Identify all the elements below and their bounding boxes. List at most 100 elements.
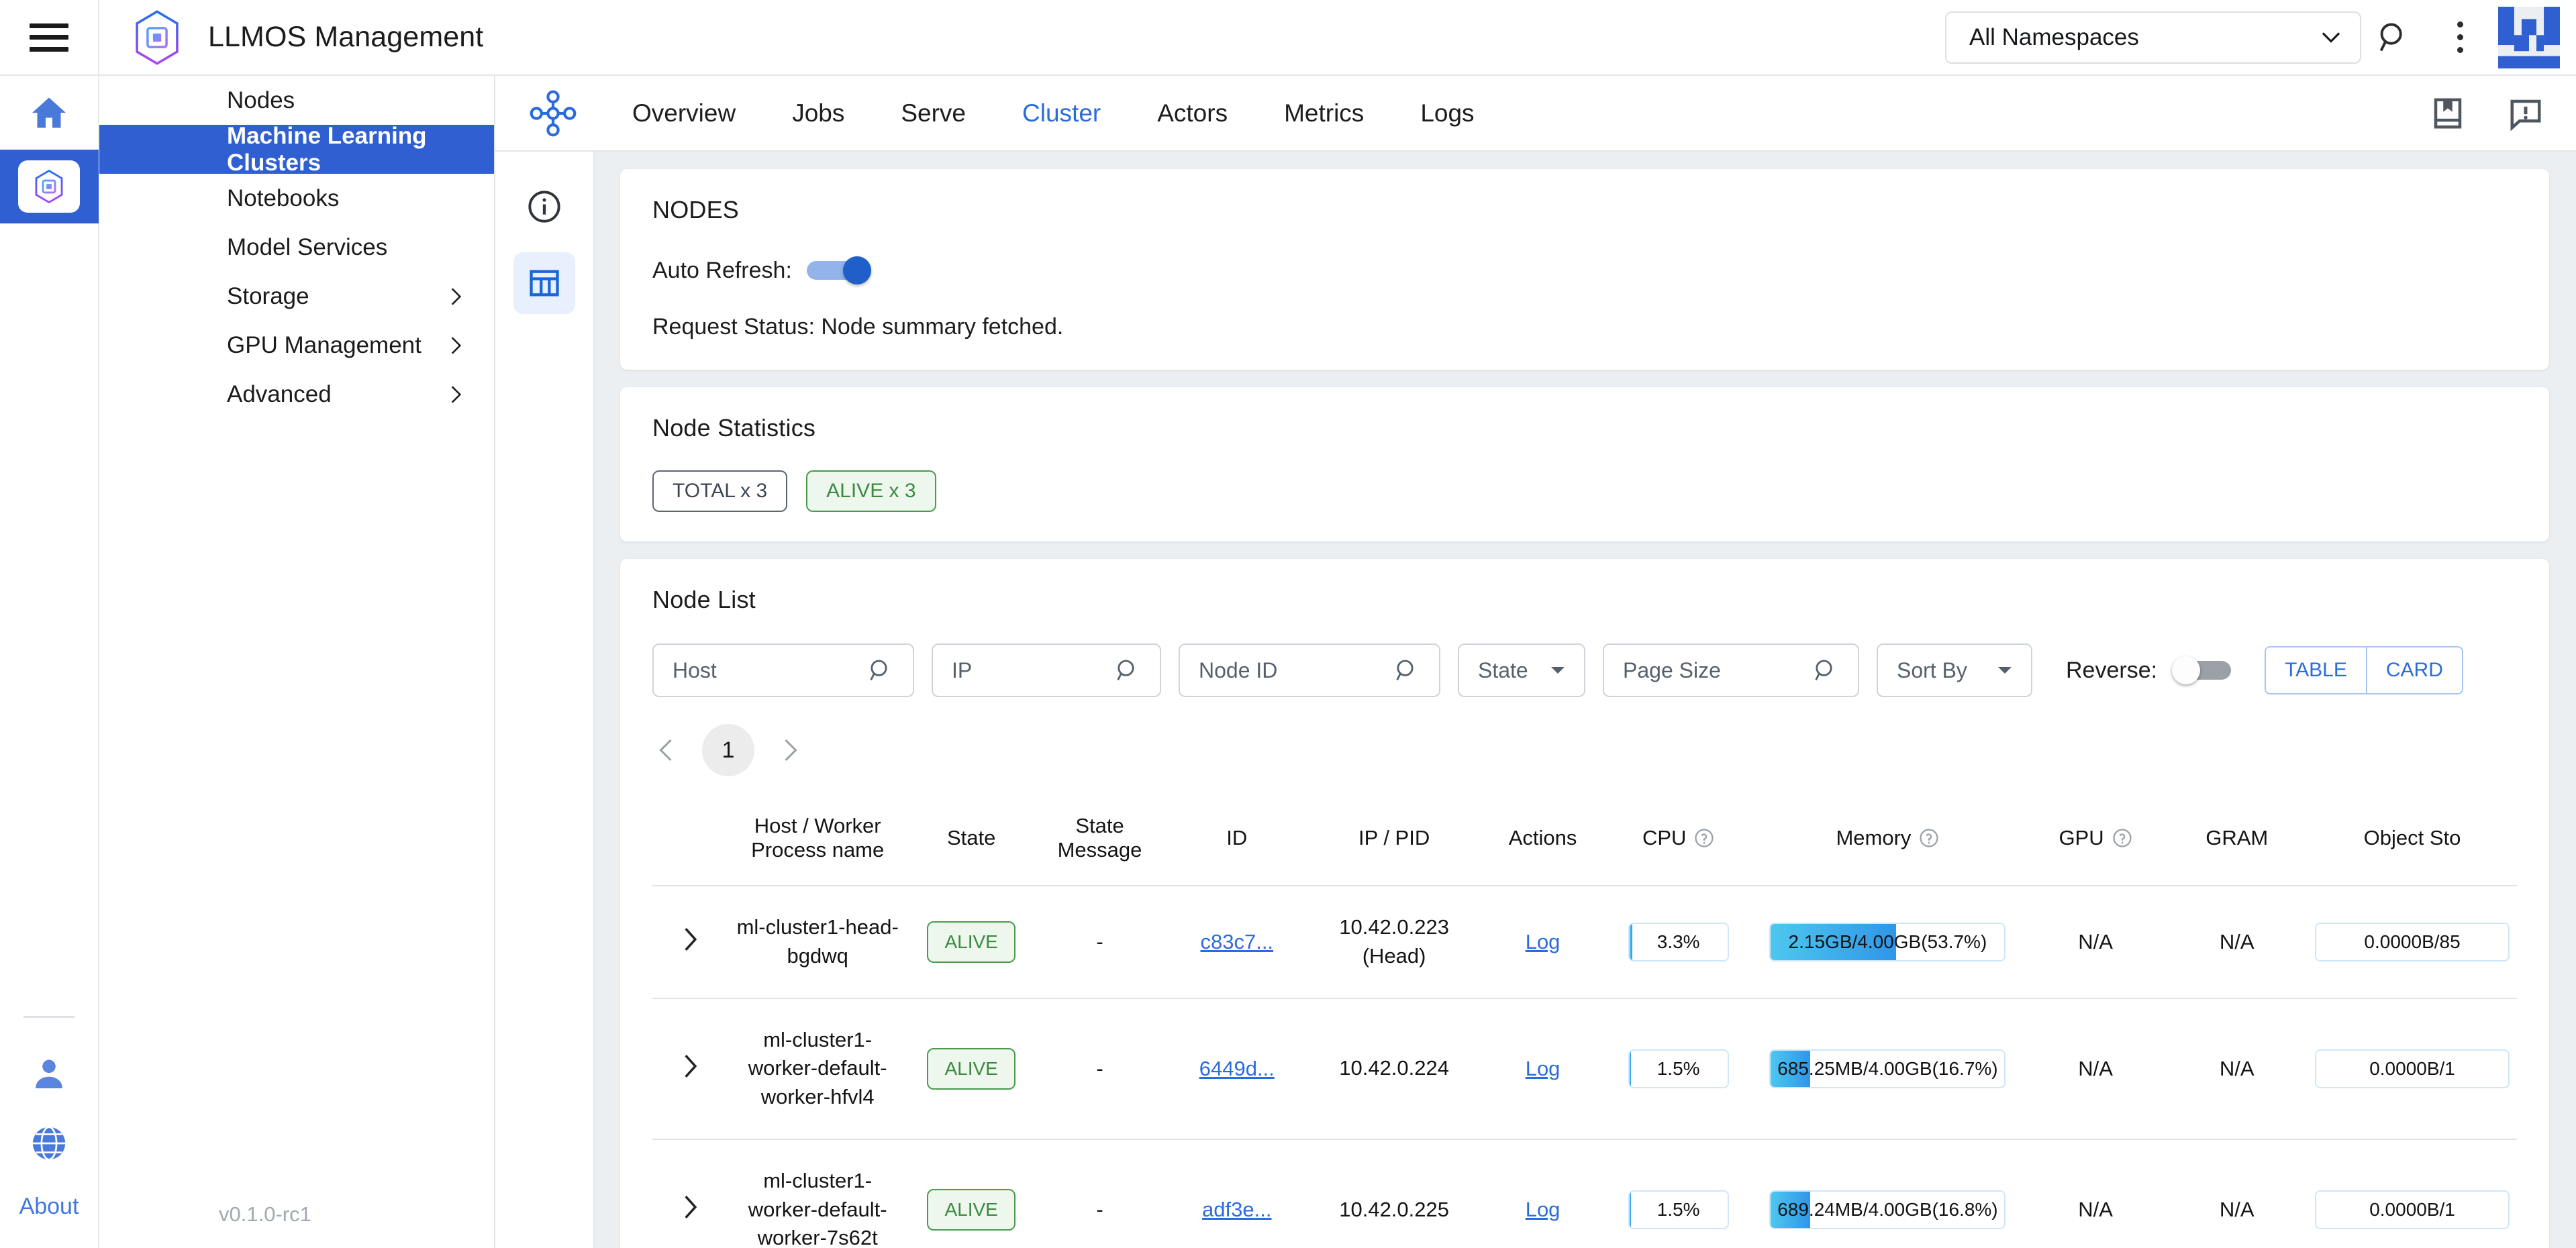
help-icon[interactable] bbox=[1919, 828, 1939, 848]
table-row[interactable]: ml-cluster1-worker-default-worker-7s62t … bbox=[652, 1139, 2517, 1248]
harvester-logo bbox=[2498, 7, 2560, 68]
reverse-toggle[interactable] bbox=[2172, 656, 2236, 684]
chevron-right-icon[interactable] bbox=[681, 927, 699, 957]
caret-down-icon bbox=[1550, 666, 1565, 675]
cell-actions: Log bbox=[1479, 998, 1606, 1139]
sidebar-item-label: Machine Learning Clusters bbox=[227, 123, 462, 176]
app-header: LLMOS Management All Namespaces bbox=[0, 0, 2576, 76]
sidebar-item-gpu-management[interactable]: GPU Management bbox=[99, 321, 494, 370]
cpu-usage-bar: 3.3% bbox=[1628, 923, 1729, 961]
cell-gpu: N/A bbox=[2025, 886, 2167, 998]
search-icon[interactable] bbox=[2361, 5, 2427, 70]
node-id-link[interactable]: c83c7... bbox=[1200, 930, 1273, 953]
tab-cluster[interactable]: Cluster bbox=[994, 99, 1129, 127]
pagination-prev[interactable] bbox=[652, 737, 679, 764]
tab-jobs[interactable]: Jobs bbox=[764, 99, 873, 127]
object-store-value: 0.0000B/1 bbox=[2369, 1058, 2455, 1080]
log-link[interactable]: Log bbox=[1526, 1198, 1561, 1221]
table-row[interactable]: ml-cluster1-head-bgdwq ALIVE - c83c7... … bbox=[652, 886, 2517, 998]
page-size-input[interactable]: Page Size bbox=[1603, 643, 1859, 697]
ip-value: 10.42.0.225 bbox=[1313, 1196, 1475, 1225]
help-icon[interactable] bbox=[2112, 828, 2132, 848]
cell-gram: N/A bbox=[2166, 998, 2308, 1139]
cpu-usage-bar: 1.5% bbox=[1628, 1190, 1729, 1229]
chevron-right-icon[interactable] bbox=[681, 1053, 699, 1084]
globe-icon[interactable] bbox=[30, 1124, 68, 1163]
tab-metrics[interactable]: Metrics bbox=[1256, 99, 1392, 127]
tab-overview[interactable]: Overview bbox=[604, 99, 764, 127]
expand-cell bbox=[652, 998, 728, 1139]
cell-cpu: 3.3% bbox=[1606, 886, 1750, 998]
sidebar-item-label: Notebooks bbox=[227, 185, 339, 212]
sidebar-item-nodes[interactable]: Nodes bbox=[99, 76, 494, 125]
sidebar-item-label: Advanced bbox=[227, 381, 332, 408]
status-badge-total: TOTAL x 3 bbox=[652, 470, 787, 512]
search-icon bbox=[1393, 657, 1420, 684]
log-link[interactable]: Log bbox=[1526, 1057, 1561, 1080]
cell-memory: 685.25MB/4.00GB(16.7%) bbox=[1750, 998, 2025, 1139]
sidebar-item-notebooks[interactable]: Notebooks bbox=[99, 174, 494, 223]
kebab-menu-icon[interactable] bbox=[2427, 5, 2493, 70]
namespace-value: All Namespaces bbox=[1969, 24, 2139, 51]
cpu-bar-fill bbox=[1630, 924, 1633, 960]
search-input-node-id[interactable]: Node ID bbox=[1179, 643, 1440, 697]
log-link[interactable]: Log bbox=[1526, 930, 1561, 953]
th-gram: GRAM bbox=[2166, 802, 2308, 886]
caret-down-icon bbox=[1997, 666, 2012, 675]
cpu-bar-fill bbox=[1630, 1192, 1631, 1228]
state-select[interactable]: State bbox=[1458, 643, 1585, 697]
feedback-icon[interactable] bbox=[2508, 95, 2544, 132]
help-icon[interactable] bbox=[1694, 828, 1714, 848]
cell-actions: Log bbox=[1479, 1139, 1606, 1248]
tab-actors[interactable]: Actors bbox=[1129, 99, 1256, 127]
node-id-link[interactable]: adf3e... bbox=[1202, 1198, 1271, 1221]
search-input-host[interactable]: Host bbox=[652, 643, 914, 697]
sidebar-item-advanced[interactable]: Advanced bbox=[99, 370, 494, 419]
sort-by-placeholder: Sort By bbox=[1897, 658, 1967, 683]
app-version: v0.1.0-rc1 bbox=[219, 1202, 311, 1227]
cell-id: c83c7... bbox=[1165, 886, 1309, 998]
user-icon[interactable] bbox=[30, 1055, 68, 1093]
hamburger-icon[interactable] bbox=[30, 23, 68, 52]
ray-body: NODES Auto Refresh: Request Status: Node… bbox=[495, 152, 2576, 1248]
node-id-link[interactable]: 6449d... bbox=[1199, 1057, 1275, 1080]
info-icon[interactable] bbox=[513, 176, 575, 238]
search-input-ip[interactable]: IP bbox=[932, 643, 1161, 697]
memory-usage-bar: 2.15GB/4.00GB(53.7%) bbox=[1769, 923, 2005, 961]
icon-rail: About bbox=[0, 76, 99, 1248]
table-row[interactable]: ml-cluster1-worker-default-worker-hfvl4 … bbox=[652, 998, 2517, 1139]
table-icon[interactable] bbox=[513, 252, 575, 314]
tab-logs[interactable]: Logs bbox=[1392, 99, 1502, 127]
rail-item-ml-clusters[interactable] bbox=[0, 150, 99, 223]
sort-by-select[interactable]: Sort By bbox=[1877, 643, 2032, 697]
cell-actions: Log bbox=[1479, 886, 1606, 998]
sidebar-item-label: Storage bbox=[227, 283, 309, 310]
sidebar-item-label: Model Services bbox=[227, 234, 387, 261]
search-icon bbox=[1114, 657, 1141, 684]
request-status: Request Status: Node summary fetched. bbox=[652, 314, 2517, 340]
auto-refresh-toggle[interactable] bbox=[807, 256, 871, 284]
th-id: ID bbox=[1165, 802, 1309, 886]
status-badge: ALIVE bbox=[927, 921, 1015, 963]
ip-subtext: (Head) bbox=[1313, 942, 1475, 971]
auto-refresh-label: Auto Refresh: bbox=[652, 258, 792, 284]
cell-memory: 689.24MB/4.00GB(16.8%) bbox=[1750, 1139, 2025, 1248]
cell-cpu: 1.5% bbox=[1606, 1139, 1750, 1248]
view-table-button[interactable]: TABLE bbox=[2265, 646, 2366, 694]
app-title: LLMOS Management bbox=[208, 21, 483, 54]
view-card-button[interactable]: CARD bbox=[2366, 646, 2463, 694]
cell-gpu: N/A bbox=[2025, 1139, 2167, 1248]
about-link[interactable]: About bbox=[19, 1194, 79, 1220]
sidebar-item-model-services[interactable]: Model Services bbox=[99, 223, 494, 272]
pagination-next[interactable] bbox=[777, 737, 804, 764]
cell-id: 6449d... bbox=[1165, 998, 1309, 1139]
tab-serve[interactable]: Serve bbox=[873, 99, 994, 127]
sidebar-item-storage[interactable]: Storage bbox=[99, 272, 494, 321]
chevron-right-icon bbox=[781, 738, 801, 762]
book-icon[interactable] bbox=[2430, 95, 2466, 132]
chevron-right-icon[interactable] bbox=[681, 1194, 699, 1225]
sidebar-item-machine-learning-clusters[interactable]: Machine Learning Clusters bbox=[99, 125, 494, 174]
rail-item-home[interactable] bbox=[0, 76, 99, 150]
pagination-page-1[interactable]: 1 bbox=[702, 724, 754, 776]
namespace-selector[interactable]: All Namespaces bbox=[1945, 11, 2361, 64]
